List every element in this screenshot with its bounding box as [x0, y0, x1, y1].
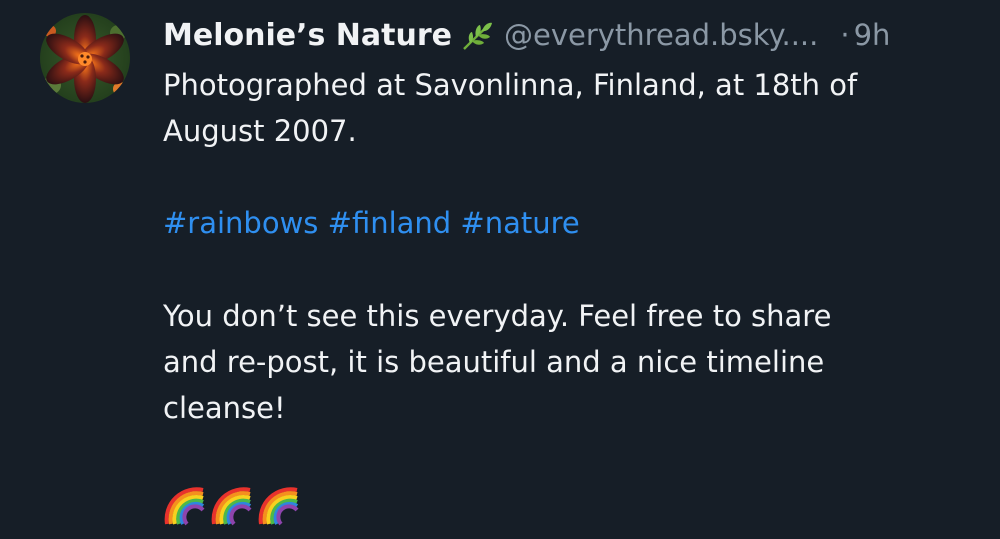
post-timestamp[interactable]: 9h — [854, 18, 891, 52]
lily-flower-avatar — [40, 13, 130, 103]
rainbow-icon — [257, 482, 301, 530]
hashtag-link-finland[interactable]: #finland — [328, 206, 452, 240]
author-handle[interactable]: @everythread.bsky.... — [504, 18, 818, 52]
hashtag-link-rainbows[interactable]: #rainbows — [163, 206, 318, 240]
hashtag-link-nature[interactable]: #nature — [460, 206, 579, 240]
post-text-line: and re-post, it is beautiful and a nice … — [163, 345, 825, 379]
rainbow-emoji-row — [163, 482, 304, 528]
post-card[interactable]: Melonie’s Nature @everythread.bsky.... · 9… — [0, 0, 1000, 539]
rainbow-icon — [163, 482, 207, 530]
herb-leaf-icon — [460, 20, 494, 62]
author-display-name[interactable]: Melonie’s Nature — [163, 18, 452, 53]
hashtag-row: #rainbows #finland #nature — [163, 200, 580, 246]
post-text-line: August 2007. — [163, 114, 357, 148]
post-text-line: Photographed at Savonlinna, Finland, at … — [163, 68, 858, 102]
post-text-line: cleanse! — [163, 391, 286, 425]
avatar[interactable] — [40, 13, 130, 103]
rainbow-icon — [210, 482, 254, 530]
post-header: Melonie’s Nature @everythread.bsky.... · 9… — [163, 14, 963, 56]
separator-dot: · — [840, 18, 850, 52]
post-text-line: You don’t see this everyday. Feel free t… — [163, 299, 832, 333]
